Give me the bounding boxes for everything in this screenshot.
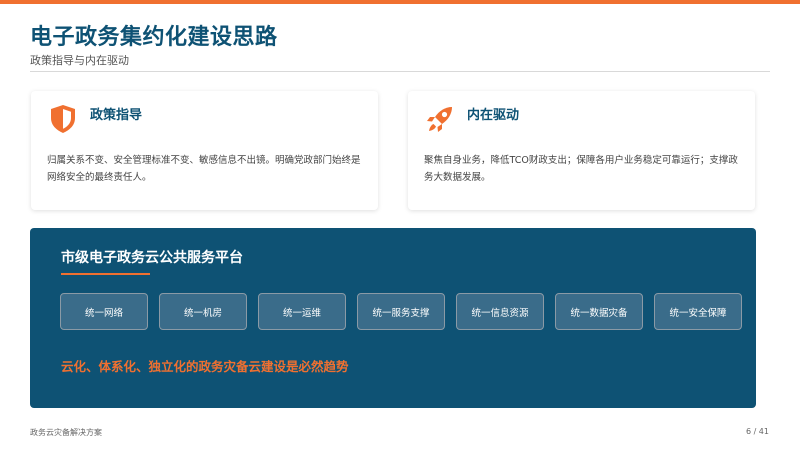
drive-card: 内在驱动 聚焦自身业务，降低TCO财政支出；保障各用户业务稳定可靠运行；支撑政务… (408, 91, 755, 210)
chip-unified-operations[interactable]: 统一运维 (258, 293, 346, 330)
chip-unified-info-resource[interactable]: 统一信息资源 (456, 293, 544, 330)
top-accent-bar (0, 0, 800, 4)
chip-unified-service[interactable]: 统一服务支撑 (357, 293, 445, 330)
card-title: 政策指导 (90, 108, 143, 123)
page-subtitle: 政策指导与内在驱动 (30, 54, 129, 67)
page-title: 电子政务集约化建设思路 (30, 25, 278, 50)
chip-unified-data-backup[interactable]: 统一数据灾备 (555, 293, 643, 330)
chip-unified-datacenter[interactable]: 统一机房 (159, 293, 247, 330)
page-number: 6 / 41 (745, 427, 769, 436)
platform-title-underline (61, 273, 150, 275)
platform-title: 市级电子政务云公共服务平台 (61, 250, 243, 266)
policy-card: 政策指导 归属关系不变、安全管理标准不变、敏感信息不出镜。明确党政部门始终是网络… (31, 91, 378, 210)
footer-title: 政务云灾备解决方案 (30, 428, 102, 437)
chip-unified-network[interactable]: 统一网络 (60, 293, 148, 330)
rocket-icon (427, 107, 452, 132)
shield-icon (51, 105, 75, 133)
chip-unified-security[interactable]: 统一安全保障 (654, 293, 742, 330)
platform-panel: 市级电子政务云公共服务平台 统一网络 统一机房 统一运维 统一服务支撑 统一信息… (30, 228, 756, 408)
platform-slogan: 云化、体系化、独立化的政务灾备云建设是必然趋势 (61, 359, 349, 374)
header-divider (30, 71, 770, 72)
card-title: 内在驱动 (467, 108, 520, 123)
card-body: 聚焦自身业务，降低TCO财政支出；保障各用户业务稳定可靠运行；支撑政务大数据发展… (424, 155, 738, 183)
card-body: 归属关系不变、安全管理标准不变、敏感信息不出镜。明确党政部门始终是网络安全的最终… (47, 155, 361, 183)
